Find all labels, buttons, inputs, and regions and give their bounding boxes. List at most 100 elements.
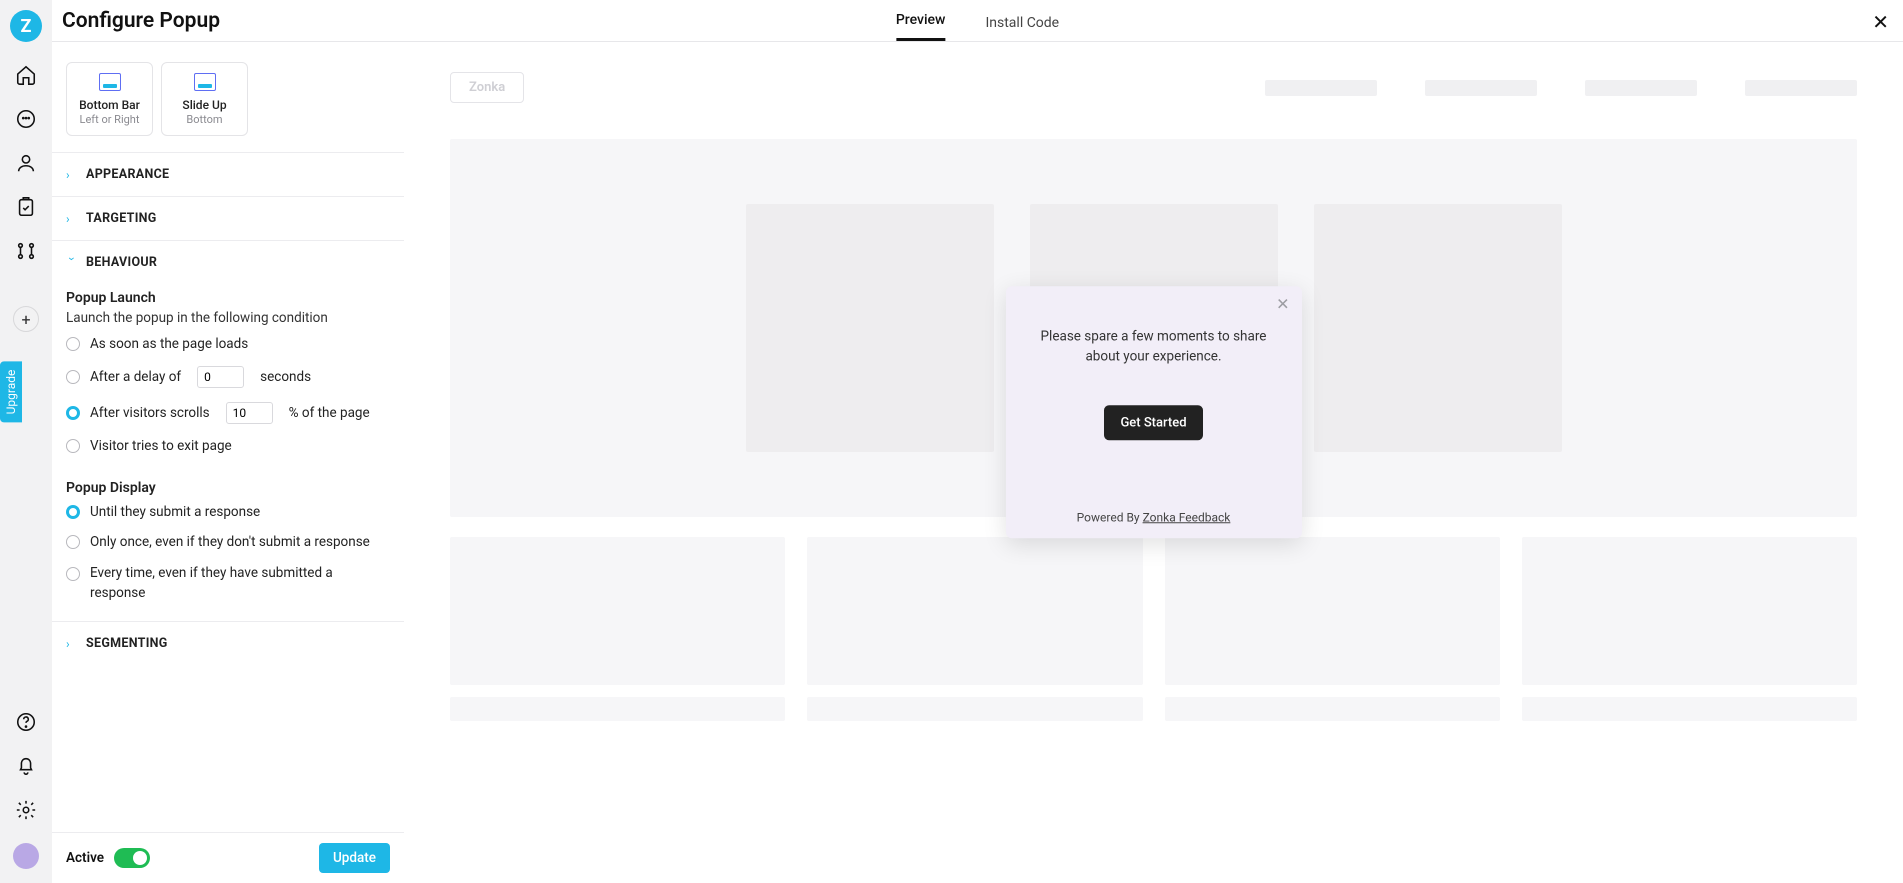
chevron-down-icon: › [65, 257, 79, 269]
section-title: APPEARANCE [86, 167, 169, 182]
radio-icon [66, 439, 80, 453]
header-tabs: Preview Install Code [896, 0, 1059, 41]
rail-bottom-group [13, 711, 39, 883]
behaviour-body: Popup Launch Launch the popup in the fol… [52, 290, 404, 621]
close-icon[interactable]: ✕ [1872, 10, 1889, 34]
active-toggle[interactable] [114, 848, 150, 868]
opt-label: As soon as the page loads [90, 336, 248, 352]
preview-tile [450, 537, 785, 685]
opt-label-prefix: After a delay of [90, 369, 181, 385]
display-options: Until they submit a response Only once, … [66, 504, 390, 603]
preview-tile [1165, 537, 1500, 685]
opt-label: Visitor tries to exit page [90, 438, 232, 454]
opt-label: Only once, even if they don't submit a r… [90, 534, 370, 550]
powered-by-prefix: Powered By [1077, 510, 1143, 524]
preview-fake-header: Zonka [450, 72, 1857, 103]
opt-label: Until they submit a response [90, 504, 260, 520]
popup-launch-desc: Launch the popup in the following condit… [66, 310, 390, 326]
update-button[interactable]: Update [319, 843, 390, 873]
preview-hero-card [746, 204, 994, 452]
section-appearance[interactable]: › APPEARANCE [52, 152, 404, 196]
preview-navlink [1585, 80, 1697, 96]
opt-after-scroll[interactable]: After visitors scrolls % of the page [66, 402, 390, 424]
preview-tile [1165, 697, 1500, 721]
chevron-right-icon: › [66, 637, 78, 651]
type-row: Bottom Bar Left or Right Slide Up Bottom [52, 62, 404, 138]
active-row: Active [66, 848, 150, 868]
opt-until-submit[interactable]: Until they submit a response [66, 504, 390, 520]
scroll-percent-input[interactable] [226, 402, 273, 424]
survey-popup: ✕ Please spare a few moments to share ab… [1006, 286, 1302, 538]
preview-tile [807, 537, 1142, 685]
popup-footer: Powered By Zonka Feedback [1028, 510, 1280, 524]
workflow-icon[interactable] [15, 240, 37, 262]
section-title: BEHAVIOUR [86, 255, 157, 270]
preview-hero-card [1314, 204, 1562, 452]
popup-display-heading: Popup Display [66, 480, 390, 496]
chevron-right-icon: › [66, 168, 78, 182]
delay-seconds-input[interactable] [197, 366, 244, 388]
tab-preview[interactable]: Preview [896, 12, 946, 41]
add-button[interactable]: + [13, 306, 39, 332]
bell-icon[interactable] [15, 755, 37, 777]
opt-exit-intent[interactable]: Visitor tries to exit page [66, 438, 390, 454]
preview-navlinks [1265, 80, 1857, 96]
preview-area: Zonka ✕ Please spare a few moments to sh… [404, 42, 1903, 883]
opt-label-suffix: seconds [260, 369, 311, 385]
popup-close-icon[interactable]: ✕ [1276, 294, 1289, 313]
left-nav-rail: Z + [0, 0, 52, 883]
type-label: Bottom Bar [79, 98, 140, 112]
type-row-ghost [52, 42, 404, 56]
preview-navlink [1745, 80, 1857, 96]
sidebar-footer: Active Update [52, 832, 404, 883]
popup-message: Please spare a few moments to share abou… [1028, 326, 1280, 367]
opt-only-once[interactable]: Only once, even if they don't submit a r… [66, 534, 390, 550]
section-segmenting[interactable]: › SEGMENTING [52, 621, 404, 665]
radio-icon [66, 337, 80, 351]
type-card-bottom-bar[interactable]: Bottom Bar Left or Right [66, 62, 153, 136]
preview-navlink [1265, 80, 1377, 96]
opt-page-load[interactable]: As soon as the page loads [66, 336, 390, 352]
sidebar-scroll: Bottom Bar Left or Right Slide Up Bottom… [52, 42, 404, 832]
section-title: TARGETING [86, 211, 157, 226]
upgrade-tag[interactable]: Upgrade [0, 362, 22, 423]
page-title: Configure Popup [62, 9, 220, 33]
popup-launch-heading: Popup Launch [66, 290, 390, 306]
opt-label-prefix: After visitors scrolls [90, 405, 210, 421]
active-label: Active [66, 850, 104, 866]
radio-icon [66, 535, 80, 549]
type-label: Slide Up [182, 98, 226, 112]
home-icon[interactable] [15, 64, 37, 86]
tab-install-code[interactable]: Install Code [985, 15, 1059, 41]
section-behaviour[interactable]: › BEHAVIOUR [52, 240, 404, 284]
gear-icon[interactable] [15, 799, 37, 821]
help-icon[interactable] [15, 711, 37, 733]
preview-tiles-row2 [450, 697, 1857, 721]
opt-after-delay[interactable]: After a delay of seconds [66, 366, 390, 388]
clipboard-icon[interactable] [15, 196, 37, 218]
preview-tile [1522, 537, 1857, 685]
type-card-slide-up[interactable]: Slide Up Bottom [161, 62, 248, 136]
chevron-right-icon: › [66, 212, 78, 226]
powered-by-link[interactable]: Zonka Feedback [1143, 510, 1231, 524]
popup-type-icon [194, 73, 216, 91]
preview-tile [807, 697, 1142, 721]
section-title: SEGMENTING [86, 636, 168, 651]
avatar[interactable] [13, 843, 39, 869]
brand-logo[interactable]: Z [10, 10, 42, 42]
type-sublabel: Bottom [186, 113, 222, 126]
chat-icon[interactable] [15, 108, 37, 130]
launch-options: As soon as the page loads After a delay … [66, 336, 390, 454]
opt-label-suffix: % of the page [289, 405, 370, 421]
preview-tiles [450, 537, 1857, 685]
opt-every-time[interactable]: Every time, even if they have submitted … [66, 564, 390, 603]
config-sidebar: Bottom Bar Left or Right Slide Up Bottom… [52, 42, 404, 883]
top-header: Configure Popup Preview Install Code ✕ [52, 0, 1903, 42]
popup-type-icon [99, 73, 121, 91]
popup-cta-button[interactable]: Get Started [1104, 405, 1202, 440]
radio-icon [66, 567, 80, 581]
type-sublabel: Left or Right [80, 113, 140, 126]
radio-icon [66, 370, 80, 384]
section-targeting[interactable]: › TARGETING [52, 196, 404, 240]
user-icon[interactable] [15, 152, 37, 174]
